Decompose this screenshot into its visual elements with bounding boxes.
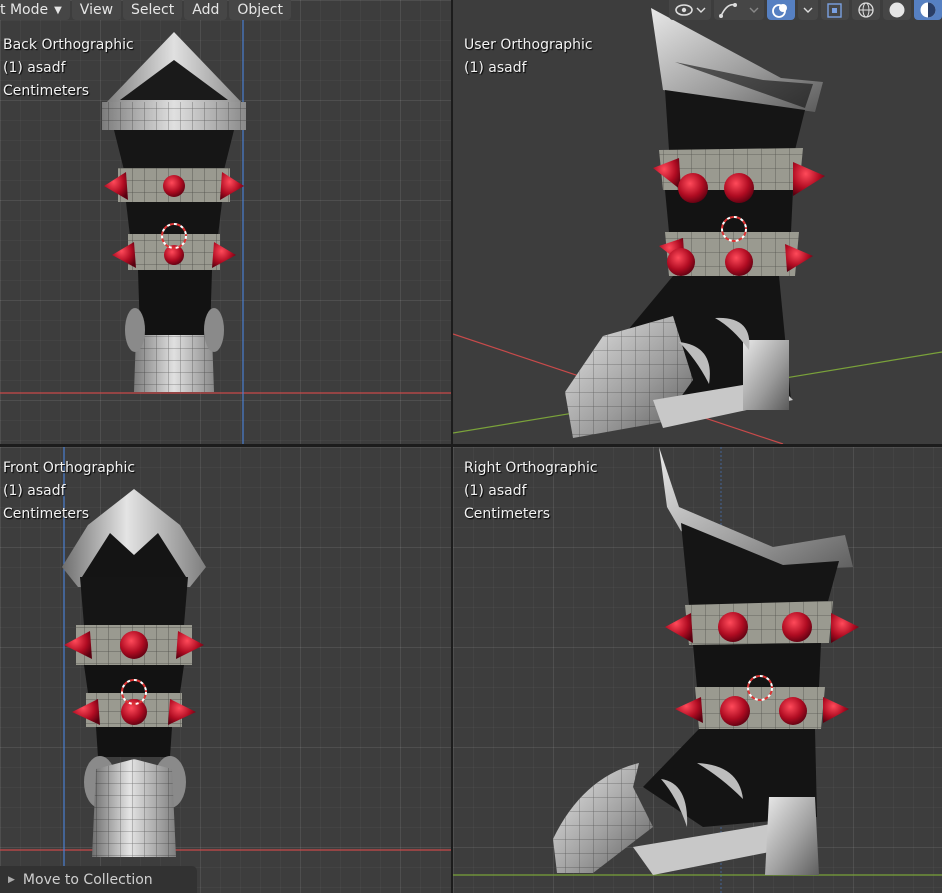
expand-triangle-icon: ▶ [8,874,15,885]
object-name: (1) asadf [464,483,527,499]
viewport-header: t Mode ▼ View Select Add Object [0,0,291,20]
overlays-dropdown[interactable] [798,0,818,20]
overlays-button[interactable] [767,0,795,20]
view-name: Right Orthographic [464,460,598,476]
view-name: Back Orthographic [3,37,134,53]
shading-wireframe-icon [858,2,874,18]
shading-wireframe-button[interactable] [852,0,880,20]
viewport-info: User Orthographic (1) asadf [464,34,593,80]
gizmo-icon [719,3,759,18]
viewport-tools [669,0,942,20]
menu-select[interactable]: Select [123,0,183,20]
mode-label: t Mode [0,1,49,18]
object-name: (1) asadf [3,60,66,76]
gizmo-button[interactable] [714,0,764,20]
viewport-info: Back Orthographic (1) asadf Centimeters [3,34,134,103]
chevron-down-icon: ▼ [54,4,62,16]
object-name: (1) asadf [464,60,527,76]
redo-panel-move-to-collection[interactable]: ▶ Move to Collection [0,866,197,893]
shading-material-icon [920,2,936,18]
viewport-user-orthographic[interactable]: User Orthographic (1) asadf [453,0,942,444]
shading-solid-button[interactable] [883,0,911,20]
viewport-front-orthographic[interactable]: Front Orthographic (1) asadf Centimeters [0,447,451,893]
mode-dropdown[interactable]: t Mode ▼ [0,0,70,20]
unit-label: Centimeters [3,506,90,522]
unit-label: Centimeters [3,83,90,99]
menu-object[interactable]: Object [229,0,291,20]
xray-icon [827,3,842,18]
viewport-info: Front Orthographic (1) asadf Centimeters [3,457,135,526]
shading-material-button[interactable] [914,0,942,20]
unit-label: Centimeters [464,506,551,522]
viewport-divider-horizontal[interactable] [0,444,942,447]
view-object-types-button[interactable] [669,0,711,20]
shading-solid-icon [889,2,905,18]
menu-add[interactable]: Add [184,0,228,20]
redo-panel-label: Move to Collection [22,871,153,888]
viewport-right-orthographic[interactable]: Right Orthographic (1) asadf Centimeters [453,447,942,893]
view-name: Front Orthographic [3,460,136,476]
viewport-info: Right Orthographic (1) asadf Centimeters [464,457,598,526]
xray-toggle[interactable] [821,0,849,20]
viewport-back-orthographic[interactable]: Back Orthographic (1) asadf Centimeters … [0,0,451,444]
menu-view[interactable]: View [71,0,122,20]
object-name: (1) asadf [3,483,66,499]
view-object-types-icon [675,4,706,16]
overlays-icon [772,4,787,18]
view-name: User Orthographic [464,37,593,53]
chevron-down-icon [803,7,813,13]
